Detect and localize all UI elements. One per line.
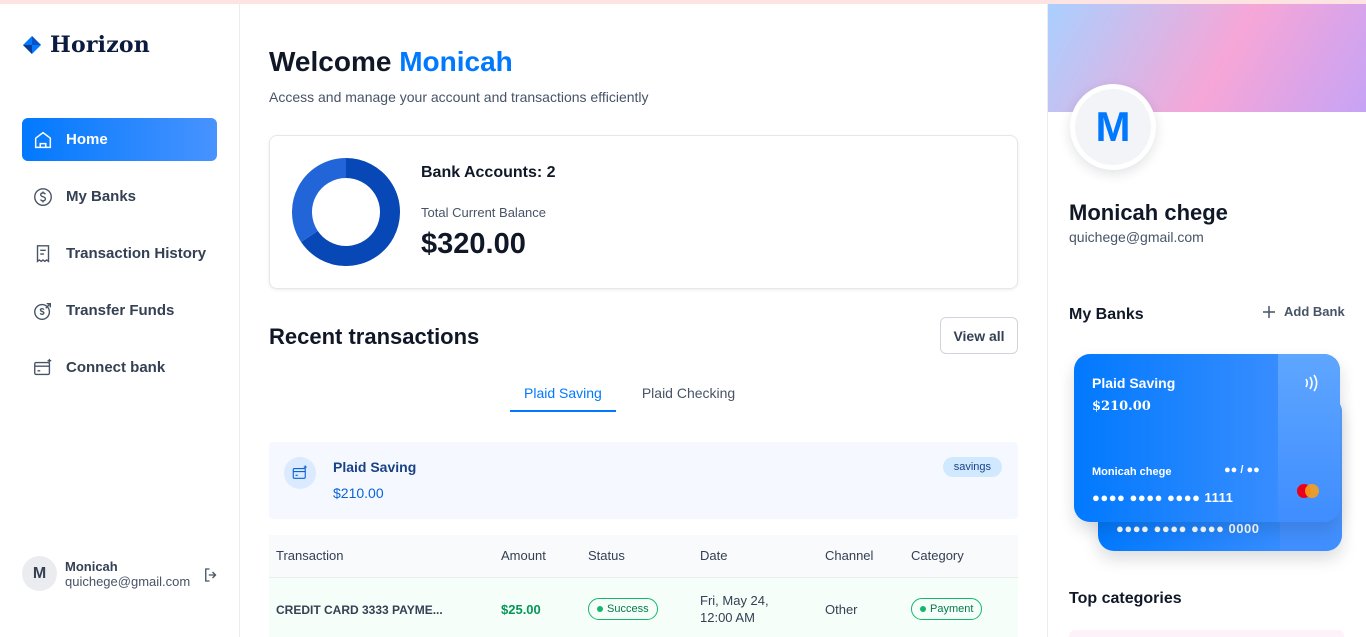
profile-email: quichege@gmail.com — [1069, 229, 1204, 245]
add-bank-button[interactable]: Add Bank — [1262, 304, 1345, 319]
column-header: Channel — [818, 535, 904, 578]
transaction-time: 12:00 AM — [700, 610, 755, 626]
transaction-amount: $25.00 — [501, 601, 541, 617]
table-header-row: Transaction Amount Status Date Channel C… — [269, 535, 1018, 578]
receipt-icon — [36, 244, 50, 263]
user-email: quichege@gmail.com — [65, 573, 191, 589]
tab-plaid-saving[interactable]: Plaid Saving — [510, 376, 616, 412]
card-balance: $210.00 — [1092, 399, 1151, 414]
home-icon — [34, 131, 52, 148]
app-name: Horizon — [50, 32, 150, 58]
profile-avatar: M — [1070, 84, 1156, 170]
horizon-logo-icon — [23, 36, 41, 54]
greeting-user: Monicah — [399, 46, 513, 77]
category-badge: Payment — [911, 598, 983, 621]
top-categories-title: Top categories — [1069, 590, 1182, 607]
sidebar-item-label: Home — [66, 131, 108, 148]
dollar-circle-icon — [34, 187, 52, 206]
logout-icon[interactable] — [202, 566, 220, 584]
page-subtitle: Access and manage your account and trans… — [269, 89, 649, 105]
status-label: Success — [607, 603, 649, 616]
selected-account-info: Plaid Saving $210.00 savings — [269, 442, 1018, 519]
sidebar-nav: Home My Banks Transaction History Transf… — [22, 118, 217, 403]
sidebar-item-transaction-history[interactable]: Transaction History — [22, 232, 217, 275]
total-balance-card: Bank Accounts: 2 Total Current Balance $… — [269, 135, 1018, 289]
user-name: Monicah — [65, 558, 118, 574]
recent-transactions-title: Recent transactions — [269, 324, 480, 349]
column-header: Status — [581, 535, 693, 578]
column-header: Category — [904, 535, 1018, 578]
sidebar-item-label: Transfer Funds — [66, 302, 175, 319]
sidebar-item-connect-bank[interactable]: Connect bank — [22, 346, 217, 389]
greeting: Welcome — [269, 46, 392, 77]
sidebar-item-home[interactable]: Home — [22, 118, 217, 161]
account-type-badge: savings — [942, 457, 1002, 477]
bank-accounts-count: Bank Accounts: 2 — [421, 164, 556, 181]
page-title: Welcome Monicah — [269, 46, 513, 78]
logo[interactable]: Horizon — [22, 32, 150, 58]
bank-tabs: Plaid Saving Plaid Checking — [510, 376, 749, 412]
bank-card-icon — [284, 457, 316, 489]
view-all-button[interactable]: View all — [940, 317, 1018, 354]
sidebar-item-my-banks[interactable]: My Banks — [22, 175, 217, 218]
user-info: Monicah quichege@gmail.com — [65, 559, 190, 589]
card-holder-name: Monicah chege — [1092, 466, 1172, 478]
sidebar-item-label: Connect bank — [66, 359, 166, 376]
my-banks-title: My Banks — [1069, 306, 1144, 323]
card-add-icon — [34, 358, 52, 375]
column-header: Amount — [494, 535, 581, 578]
bank-card-primary[interactable]: Plaid Saving $210.00 Monicah chege ●● / … — [1074, 354, 1340, 522]
account-name: Plaid Saving — [333, 459, 417, 475]
transaction-date: Fri, May 24, — [700, 593, 769, 609]
card-expiry: ●● / ●● — [1224, 464, 1260, 476]
plus-icon — [1263, 305, 1275, 318]
right-sidebar: M Monicah chege quichege@gmail.com My Ba… — [1047, 4, 1366, 637]
account-balance: $210.00 — [333, 485, 384, 501]
transaction-channel: Other — [825, 601, 858, 617]
transactions-table: Transaction Amount Status Date Channel C… — [269, 535, 1018, 637]
profile-name: Monicah chege — [1069, 200, 1228, 225]
table-row[interactable]: CREDIT CARD 3333 PAYME... $25.00 Success… — [269, 577, 1018, 637]
add-bank-label: Add Bank — [1284, 304, 1345, 319]
status-dot-icon — [597, 606, 603, 613]
sidebar-item-label: My Banks — [66, 188, 137, 205]
donut-segment — [292, 158, 347, 242]
avatar[interactable]: M — [22, 556, 57, 591]
mastercard-icon — [1297, 484, 1319, 498]
column-header: Date — [693, 535, 818, 578]
profile-initial: M — [1075, 89, 1151, 165]
main-content: Welcome Monicah Access and manage your a… — [240, 4, 1047, 637]
total-balance-value: $320.00 — [421, 228, 526, 260]
sidebar-item-label: Transaction History — [66, 245, 207, 262]
money-send-icon — [34, 302, 52, 320]
column-header: Transaction — [269, 535, 494, 578]
category-label: Payment — [930, 603, 974, 616]
category-preview — [1069, 630, 1344, 637]
card-bank-name: Plaid Saving — [1092, 375, 1176, 391]
card-number: ●●●● ●●●● ●●●● 1111 — [1092, 490, 1234, 505]
transaction-name: CREDIT CARD 3333 PAYME... — [276, 602, 443, 617]
balance-donut-chart — [292, 158, 400, 266]
status-badge: Success — [588, 598, 658, 621]
sidebar: Horizon Home My Banks Transaction Histor… — [0, 4, 240, 637]
contactless-icon — [1305, 374, 1318, 392]
sidebar-item-transfer-funds[interactable]: Transfer Funds — [22, 289, 217, 332]
category-dot-icon — [920, 606, 926, 613]
tab-plaid-checking[interactable]: Plaid Checking — [628, 376, 749, 412]
total-balance-label: Total Current Balance — [421, 205, 547, 220]
card-number: ●●●● ●●●● ●●●● 0000 — [1116, 521, 1260, 536]
sidebar-user: M Monicah quichege@gmail.com — [22, 556, 222, 591]
